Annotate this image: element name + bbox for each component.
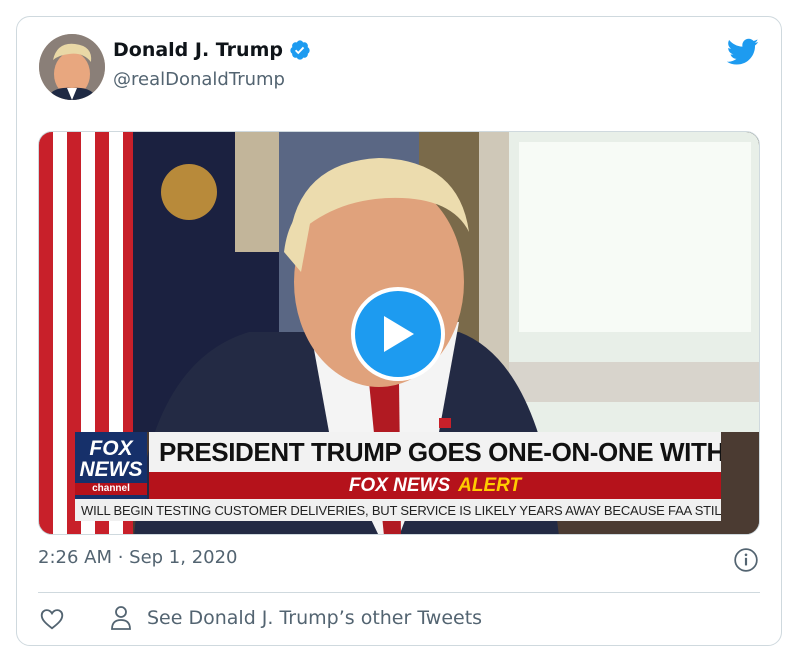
play-icon	[384, 316, 414, 352]
author-handle[interactable]: @realDonaldTrump	[113, 69, 285, 90]
divider	[38, 592, 760, 593]
video-player[interactable]: FOX NEWS channel PRESIDENT TRUMP GOES ON…	[38, 131, 760, 535]
twitter-bird-icon[interactable]	[727, 38, 759, 66]
info-icon[interactable]	[733, 547, 759, 573]
fox-logo-line1: FOX	[89, 437, 133, 460]
fox-logo-line3: channel	[75, 483, 147, 495]
other-tweets-label: See Donald J. Trump’s other Tweets	[147, 607, 483, 629]
play-button[interactable]	[351, 287, 445, 381]
author-name[interactable]: Donald J. Trump	[113, 39, 283, 61]
tweet-card: Donald J. Trump @realDonaldTrump FOX NEW…	[16, 16, 782, 646]
verified-badge-icon	[290, 40, 310, 60]
avatar[interactable]	[39, 34, 105, 100]
heart-icon[interactable]	[39, 606, 65, 632]
alert-word: ALERT	[458, 474, 522, 496]
see-other-tweets-link[interactable]: See Donald J. Trump’s other Tweets	[109, 605, 482, 631]
fox-news-logo: FOX NEWS channel	[75, 432, 147, 499]
alert-brand: FOX NEWS	[348, 474, 451, 496]
author-row: Donald J. Trump	[113, 39, 311, 61]
news-ticker: WILL BEGIN TESTING CUSTOMER DELIVERIES, …	[75, 499, 721, 521]
chyron-alert-bar: FOX NEWS ALERT	[149, 472, 721, 499]
avatar-image	[39, 34, 105, 100]
tweet-timestamp[interactable]: 2:26 AM · Sep 1, 2020	[38, 547, 238, 568]
fox-logo-line2: NEWS	[79, 458, 143, 481]
chyron-headline: PRESIDENT TRUMP GOES ONE-ON-ONE WITH LAU…	[149, 432, 721, 472]
person-icon	[111, 606, 131, 630]
